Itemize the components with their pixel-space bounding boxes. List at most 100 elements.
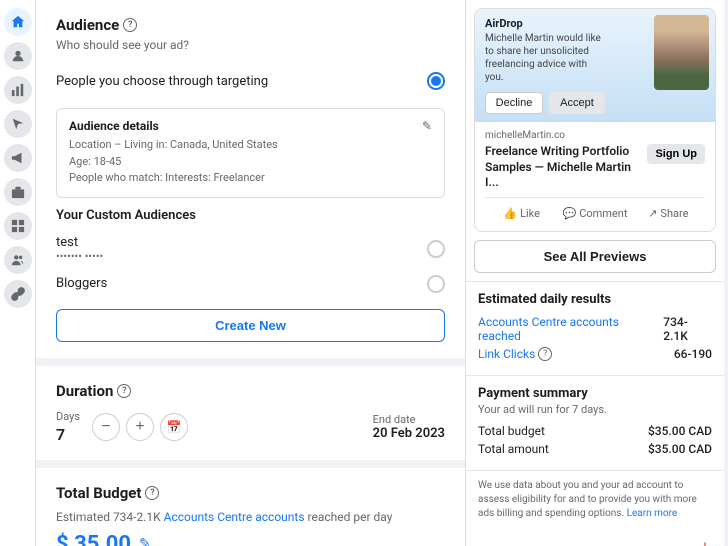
sidebar-briefcase-icon[interactable] — [4, 178, 32, 206]
audience-test-name: test — [56, 235, 103, 250]
budget-edit-icon[interactable]: ✎ — [139, 536, 151, 546]
audience-details-text: Location – Living in: Canada, United Sta… — [69, 137, 432, 187]
left-panel: Audience ? Who should see your ad? Peopl… — [36, 0, 466, 546]
reached-text: reached per day — [308, 510, 393, 524]
audience-interests: People who match: Interests: Freelancer — [69, 171, 265, 184]
main-content: Audience ? Who should see your ad? Peopl… — [36, 0, 728, 546]
person-silhouette — [654, 15, 709, 90]
link-clicks-label: Link Clicks — [478, 347, 535, 361]
airdrop-title: AirDrop — [485, 17, 605, 30]
decrement-button[interactable]: − — [92, 413, 120, 441]
sidebar-megaphone-icon[interactable] — [4, 144, 32, 172]
see-all-previews-button[interactable]: See All Previews — [474, 240, 716, 273]
audience-item-test: test ••••••• ••••• — [56, 229, 445, 269]
budget-amount-row: $ 35.00 ✎ — [56, 532, 445, 546]
budget-title: Total Budget ? — [56, 484, 445, 502]
budget-amount: $ 35.00 — [56, 532, 131, 546]
link-clicks-value: 66-190 — [674, 347, 712, 361]
end-date-value: 20 Feb 2023 — [373, 426, 445, 441]
total-budget-label: Total budget — [478, 424, 545, 438]
audience-title: Audience ? — [56, 16, 445, 34]
total-amount-row: Total amount $35.00 CAD — [478, 442, 712, 456]
person-image — [654, 15, 709, 90]
ad-title: Freelance Writing Portfolio Samples — Mi… — [485, 144, 641, 191]
calendar-button[interactable]: 📅 — [160, 413, 188, 441]
airdrop-body: Michelle Martin would like to share her … — [485, 32, 605, 84]
like-label: Like — [520, 207, 540, 220]
bloggers-radio[interactable] — [427, 275, 445, 293]
sidebar-chart-icon[interactable] — [4, 76, 32, 104]
days-block: Days 7 — [56, 410, 80, 444]
audience-item-bloggers: Bloggers — [56, 269, 445, 299]
create-new-button[interactable]: Create New — [56, 309, 445, 342]
audience-test-sub: ••••••• ••••• — [56, 250, 103, 263]
disclaimer-text: We use data about you and your ad accoun… — [466, 470, 724, 529]
days-label: Days — [56, 410, 80, 423]
audience-edit-icon[interactable]: ✎ — [422, 119, 432, 133]
budget-info-icon[interactable]: ? — [145, 486, 159, 500]
airdrop-decline-button[interactable]: Decline — [485, 92, 543, 114]
audience-location: Location – Living in: Canada, United Sta… — [69, 138, 278, 151]
comment-label: Comment — [579, 207, 627, 220]
test-radio[interactable] — [427, 240, 445, 258]
duration-title-text: Duration — [56, 382, 113, 400]
audience-details-title: Audience details — [69, 119, 432, 133]
payment-subtitle: Your ad will run for 7 days. — [478, 403, 712, 416]
duration-title: Duration ? — [56, 382, 445, 400]
share-icon: ↗ — [648, 207, 657, 220]
sidebar-grid-icon[interactable] — [4, 212, 32, 240]
audience-info-icon[interactable]: ? — [123, 18, 137, 32]
sidebar-cursor-icon[interactable] — [4, 110, 32, 138]
accounts-reached-label[interactable]: Accounts Centre accounts reached — [478, 315, 663, 343]
total-budget-row: Total budget $35.00 CAD — [478, 424, 712, 438]
increment-button[interactable]: + — [126, 413, 154, 441]
down-arrow-icon: ↓ — [698, 535, 712, 546]
duration-info-icon[interactable]: ? — [117, 384, 131, 398]
payment-summary-section: Payment summary Your ad will run for 7 d… — [466, 375, 724, 470]
accounts-reached-value: 734-2.1K — [663, 315, 712, 343]
targeting-radio[interactable] — [427, 72, 445, 90]
sidebar-profile-icon[interactable] — [4, 42, 32, 70]
signup-button[interactable]: Sign Up — [647, 144, 705, 164]
like-button[interactable]: 👍 Like — [485, 204, 558, 223]
estimated-results-section: Estimated daily results Accounts Centre … — [466, 281, 724, 375]
budget-section: Total Budget ? Estimated 734-2.1K Accoun… — [36, 468, 465, 546]
comment-button[interactable]: 💬 Comment — [558, 204, 631, 223]
audience-section: Audience ? Who should see your ad? Peopl… — [36, 0, 465, 366]
bloggers-name: Bloggers — [56, 276, 107, 291]
end-date-label: End date — [373, 413, 445, 426]
ad-title-row: Freelance Writing Portfolio Samples — Mi… — [485, 144, 705, 191]
link-clicks-row: Link Clicks ? 66-190 — [478, 347, 712, 361]
targeting-label: People you choose through targeting — [56, 74, 268, 89]
total-budget-value: $35.00 CAD — [648, 424, 712, 438]
like-icon: 👍 — [503, 207, 517, 220]
audience-details-card: Audience details Location – Living in: C… — [56, 108, 445, 198]
duration-row: Days 7 − + 📅 End date 20 Feb 2023 — [56, 410, 445, 444]
duration-section: Duration ? Days 7 − + 📅 End date 20 Feb … — [36, 366, 465, 468]
estimated-text: Estimated 734-2.1K — [56, 510, 161, 524]
sidebar-people-icon[interactable] — [4, 246, 32, 274]
audience-age: Age: 18-45 — [69, 155, 121, 168]
comment-icon: 💬 — [563, 207, 577, 220]
custom-audiences-label: Your Custom Audiences — [56, 208, 445, 223]
ad-bottom: michelleMartin.co Freelance Writing Port… — [475, 122, 715, 231]
targeting-option[interactable]: People you choose through targeting — [56, 64, 445, 98]
airdrop-preview: AirDrop Michelle Martin would like to sh… — [475, 9, 715, 122]
days-value: 7 — [56, 425, 80, 444]
total-amount-label: Total amount — [478, 442, 549, 456]
airdrop-accept-button[interactable]: Accept — [549, 92, 605, 114]
arrow-container: ↓ — [466, 529, 724, 546]
ad-preview-card: AirDrop Michelle Martin would like to sh… — [474, 8, 716, 232]
budget-title-text: Total Budget — [56, 484, 141, 502]
accounts-centre-link[interactable]: Accounts Centre accounts — [164, 510, 305, 524]
share-button[interactable]: ↗ Share — [632, 204, 705, 223]
learn-more-link[interactable]: Learn more — [627, 508, 678, 519]
sidebar-link-icon[interactable] — [4, 280, 32, 308]
ad-actions: 👍 Like 💬 Comment ↗ Share — [485, 197, 705, 223]
share-label: Share — [660, 207, 688, 220]
link-clicks-info-icon[interactable]: ? — [538, 347, 552, 361]
ad-site-name: michelleMartin.co — [485, 130, 705, 141]
end-date-block: End date 20 Feb 2023 — [373, 413, 445, 441]
sidebar-home-icon[interactable] — [4, 8, 32, 36]
payment-title: Payment summary — [478, 386, 712, 401]
